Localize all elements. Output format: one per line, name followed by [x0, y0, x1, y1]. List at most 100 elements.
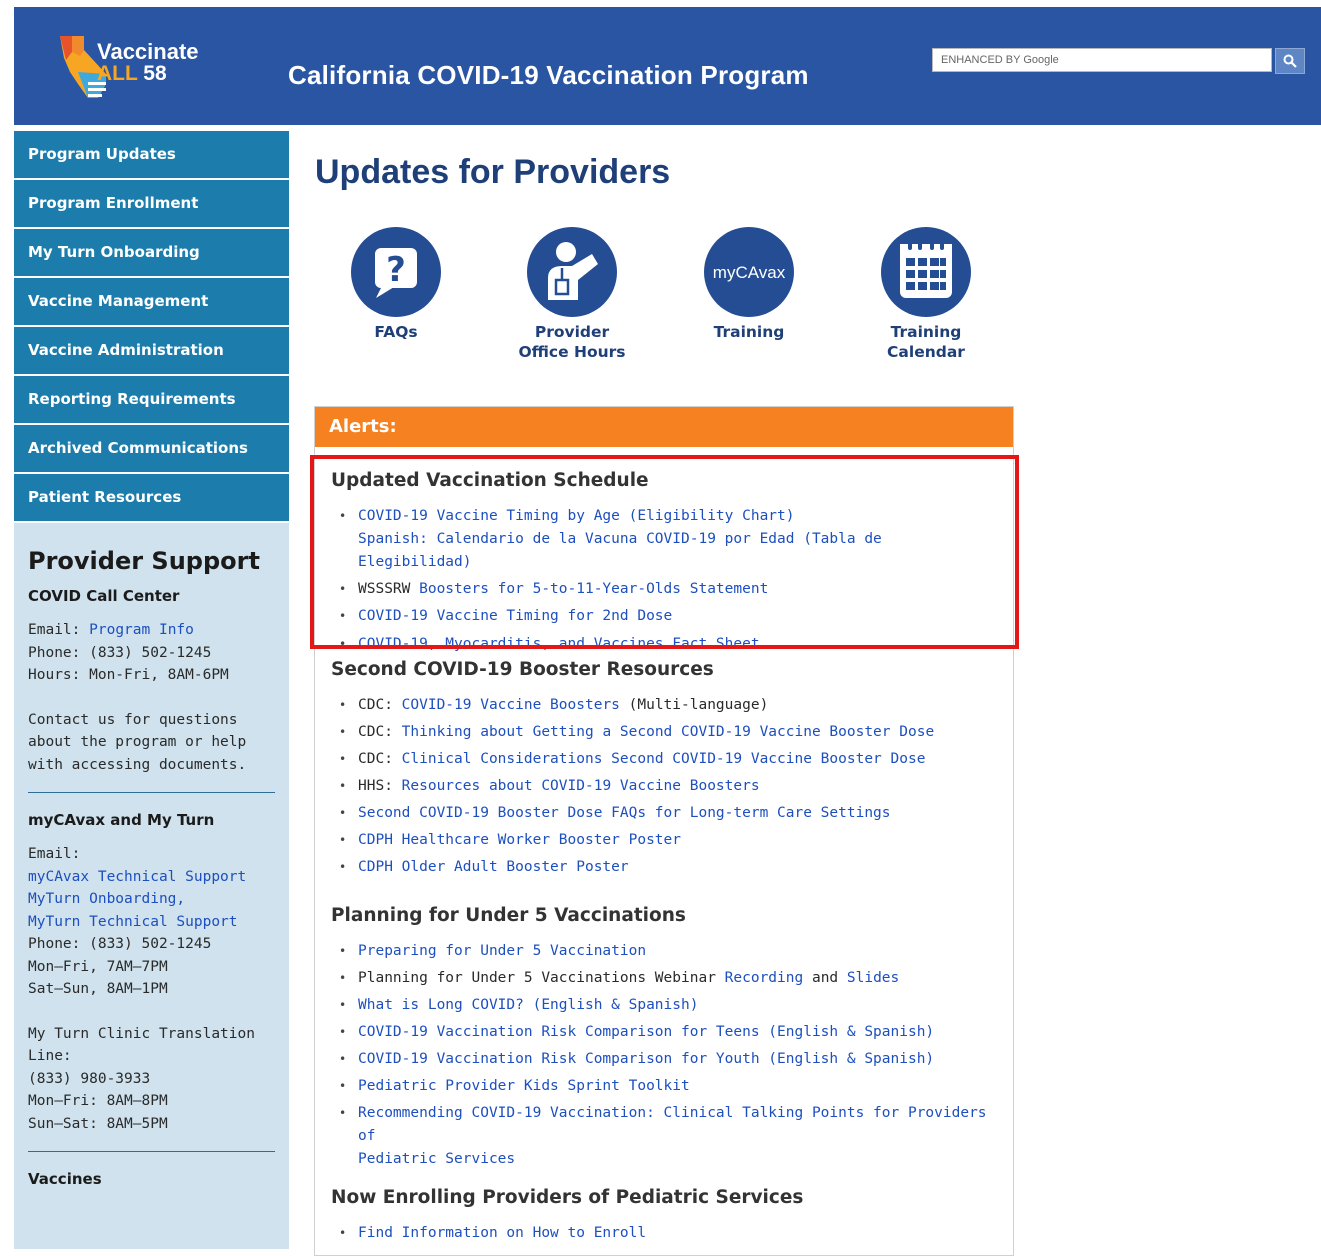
list-item: Second COVID-19 Booster Dose FAQs for Lo… — [331, 802, 1001, 825]
highlight-box — [310, 455, 1019, 649]
training-calendar-link[interactable]: Training Calendar — [866, 226, 986, 362]
ltc-faqs-link[interactable]: Second COVID-19 Booster Dose FAQs for Lo… — [358, 805, 891, 821]
mycavax-technical-support-link[interactable]: myCAvax Technical Support — [28, 869, 246, 885]
divider — [28, 1151, 275, 1152]
section-second-booster: Second COVID-19 Booster Resources CDC: C… — [331, 659, 1001, 879]
talking-points-link[interactable]: Recommending COVID-19 Vaccination: Clini… — [358, 1105, 987, 1144]
section-pediatric-enrollment: Now Enrolling Providers of Pediatric Ser… — [331, 1187, 1001, 1245]
mycavax-heading: myCAvax and My Turn — [28, 811, 215, 829]
training-link[interactable]: myCAvax Training — [689, 226, 809, 342]
faqs-label: FAQs — [374, 323, 418, 341]
myturn-technical-support-link[interactable]: MyTurn Technical Support — [28, 914, 238, 930]
cdc-boosters-link[interactable]: COVID-19 Vaccine Boosters — [402, 697, 620, 713]
mycavax-hours-2: Sat–Sun, 8AM–1PM — [28, 981, 168, 997]
provider-office-hours-link[interactable]: Provider Office Hours — [512, 226, 632, 362]
contact-text-2: about the program or help — [28, 734, 247, 750]
list-item: Planning for Under 5 Vaccinations Webina… — [331, 967, 1001, 990]
alerts-header: Alerts: — [315, 407, 1013, 447]
list-item: Preparing for Under 5 Vaccination — [331, 940, 1001, 963]
mycavax-email-label: Email: — [28, 846, 81, 862]
nav-my-turn-onboarding[interactable]: My Turn Onboarding — [14, 229, 289, 278]
hhs-resources-link[interactable]: Resources about COVID-19 Vaccine Booster… — [402, 778, 760, 794]
cdc-clinical-considerations-link[interactable]: Clinical Considerations Second COVID-19 … — [402, 751, 926, 767]
list-item: Recommending COVID-19 Vaccination: Clini… — [331, 1102, 1001, 1171]
nav-program-enrollment[interactable]: Program Enrollment — [14, 180, 289, 229]
faqs-link[interactable]: ? FAQs — [336, 226, 456, 342]
myturn-onboarding-link[interactable]: MyTurn Onboarding, — [28, 891, 185, 907]
training-label: Training — [713, 323, 785, 341]
search-input[interactable] — [932, 48, 1272, 72]
call-center-hours: Hours: Mon-Fri, 8AM-6PM — [28, 667, 229, 683]
clinic-hours-2: Sun–Sat: 8AM–5PM — [28, 1115, 168, 1132]
clinic-phone: (833) 980-3933 — [28, 1070, 151, 1087]
search-button[interactable] — [1275, 48, 1305, 74]
svg-text:?: ? — [386, 250, 406, 290]
quick-links: ? FAQs Provider Office Hours myCAvax Trai… — [345, 226, 1005, 366]
long-covid-link[interactable]: What is Long COVID? (English & Spanish) — [358, 997, 698, 1013]
list-item: COVID-19 Vaccination Risk Comparison for… — [331, 1021, 1001, 1044]
talking-points-link-cont[interactable]: Pediatric Services — [358, 1151, 515, 1167]
question-bubble-icon: ? — [351, 227, 441, 317]
older-adult-poster-link[interactable]: CDPH Older Adult Booster Poster — [358, 859, 629, 875]
risk-comparison-youth-link[interactable]: COVID-19 Vaccination Risk Comparison for… — [358, 1051, 934, 1067]
preparing-under-5-link[interactable]: Preparing for Under 5 Vaccination — [358, 943, 646, 959]
cdc-second-booster-link[interactable]: Thinking about Getting a Second COVID-19… — [402, 724, 935, 740]
how-to-enroll-link[interactable]: Find Information on How to Enroll — [358, 1225, 646, 1241]
mycavax-hours-1: Mon–Fri, 7AM–7PM — [28, 958, 168, 975]
call-center-email: Email: Program Info — [28, 622, 194, 638]
mycavax-phone: Phone: (833) 502-1245 — [28, 936, 212, 952]
contact-text-1: Contact us for questions — [28, 711, 238, 728]
clinic-hours-1: Mon–Fri: 8AM–8PM — [28, 1093, 168, 1109]
list-item: COVID-19 Vaccination Risk Comparison for… — [331, 1048, 1001, 1071]
list-item: CDPH Healthcare Worker Booster Poster — [331, 829, 1001, 852]
clinic-translation-label-2: Line: — [28, 1048, 72, 1064]
risk-comparison-teens-link[interactable]: COVID-19 Vaccination Risk Comparison for… — [358, 1024, 934, 1040]
mycavax-badge-icon: myCAvax — [704, 227, 794, 317]
logo-line-1: Vaccinate — [97, 39, 199, 64]
call-center-phone: Phone: (833) 502-1245 — [28, 644, 212, 661]
list-item: HHS: Resources about COVID-19 Vaccine Bo… — [331, 775, 1001, 798]
list-item: CDC: COVID-19 Vaccine Boosters (Multi-la… — [331, 694, 1001, 717]
doctor-icon — [527, 227, 617, 317]
webinar-recording-link[interactable]: Recording — [725, 970, 804, 986]
provider-support-title: Provider Support — [28, 547, 260, 575]
list-item: Find Information on How to Enroll — [331, 1222, 1001, 1245]
divider — [28, 792, 275, 793]
section-under-5: Planning for Under 5 Vaccinations Prepar… — [331, 905, 1001, 1171]
search-box — [932, 48, 1305, 74]
list-item: What is Long COVID? (English & Spanish) — [331, 994, 1001, 1017]
section-heading: Planning for Under 5 Vaccinations — [331, 905, 686, 926]
nav-vaccine-administration[interactable]: Vaccine Administration — [14, 327, 289, 376]
site-title[interactable]: California COVID-19 Vaccination Program — [288, 60, 809, 91]
site-header: Vaccinate ALL 58 California COVID-19 Vac… — [14, 7, 1321, 125]
healthcare-worker-poster-link[interactable]: CDPH Healthcare Worker Booster Poster — [358, 832, 681, 848]
nav-reporting-requirements[interactable]: Reporting Requirements — [14, 376, 289, 425]
search-icon — [1283, 54, 1297, 68]
section-heading: Now Enrolling Providers of Pediatric Ser… — [331, 1187, 804, 1208]
list-item: Pediatric Provider Kids Sprint Toolkit — [331, 1075, 1001, 1098]
webinar-slides-link[interactable]: Slides — [847, 970, 899, 986]
calendar-icon — [881, 227, 971, 317]
vaccines-heading: Vaccines — [28, 1170, 102, 1188]
logo-wordmark[interactable]: Vaccinate ALL 58 — [97, 41, 199, 85]
sidebar: Program Updates Program Enrollment My Tu… — [14, 131, 289, 1249]
list-item: CDPH Older Adult Booster Poster — [331, 856, 1001, 879]
page-title: Updates for Providers — [315, 153, 671, 191]
section-heading: Second COVID-19 Booster Resources — [331, 659, 714, 680]
program-info-link[interactable]: Program Info — [89, 622, 194, 638]
contact-text-3: with accessing documents. — [28, 756, 247, 773]
logo-line-2: ALL 58 — [97, 62, 167, 85]
kids-sprint-toolkit-link[interactable]: Pediatric Provider Kids Sprint Toolkit — [358, 1078, 690, 1094]
provider-office-hours-label: Provider Office Hours — [518, 323, 626, 361]
provider-support: Provider Support COVID Call Center Email… — [14, 523, 289, 1188]
call-center-heading: COVID Call Center — [28, 587, 180, 605]
list-item: CDC: Clinical Considerations Second COVI… — [331, 748, 1001, 771]
list-item: CDC: Thinking about Getting a Second COV… — [331, 721, 1001, 744]
training-calendar-label: Training Calendar — [887, 323, 965, 361]
nav-program-updates[interactable]: Program Updates — [14, 131, 289, 180]
nav-patient-resources[interactable]: Patient Resources — [14, 474, 289, 523]
nav-vaccine-management[interactable]: Vaccine Management — [14, 278, 289, 327]
svg-text:myCAvax: myCAvax — [713, 263, 786, 282]
clinic-translation-label: My Turn Clinic Translation — [28, 1025, 255, 1042]
nav-archived-communications[interactable]: Archived Communications — [14, 425, 289, 474]
